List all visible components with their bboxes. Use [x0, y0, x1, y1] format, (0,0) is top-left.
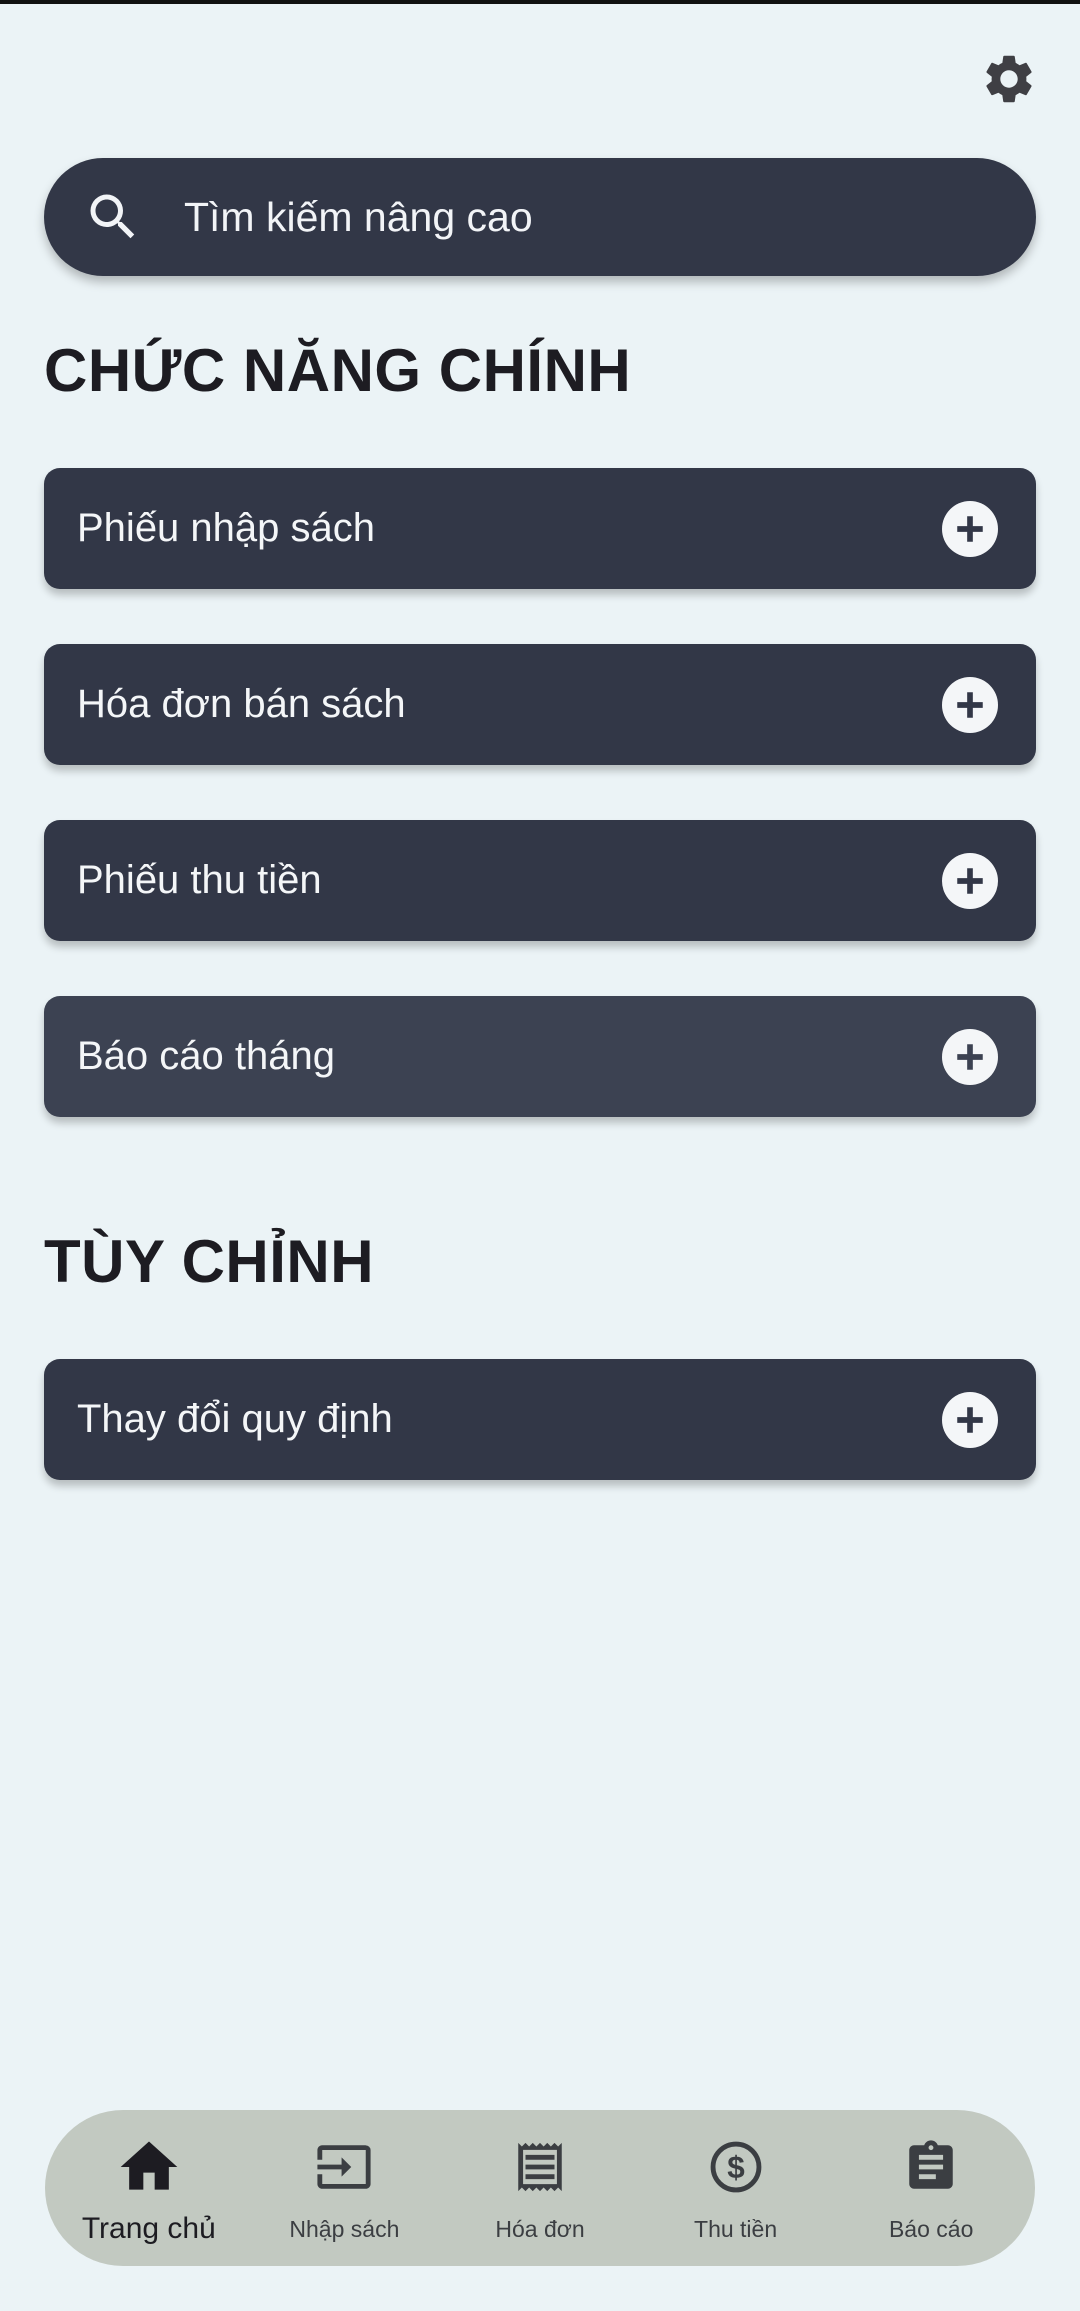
card-thay-doi-quy-dinh[interactable]: Thay đổi quy định: [44, 1359, 1036, 1480]
nav-label: Thu tiền: [694, 2216, 778, 2242]
bottom-navigation: Trang chủ Nhập sách Hóa đơn $ Thu tiền B…: [45, 2110, 1035, 2266]
plus-icon[interactable]: [942, 500, 998, 557]
settings-button[interactable]: [976, 48, 1042, 114]
card-label: Phiếu nhập sách: [77, 506, 376, 550]
main-section-title: CHỨC NĂNG CHÍNH: [44, 337, 632, 404]
nav-label: Hóa đơn: [495, 2216, 585, 2242]
nav-item-bao-cao[interactable]: Báo cáo: [833, 2110, 1029, 2266]
card-hoa-don-ban-sach[interactable]: Hóa đơn bán sách: [44, 644, 1036, 765]
card-bao-cao-thang[interactable]: Báo cáo tháng: [44, 996, 1036, 1117]
card-label: Báo cáo tháng: [77, 1034, 335, 1078]
card-phieu-thu-tien[interactable]: Phiếu thu tiền: [44, 820, 1036, 941]
card-label: Thay đổi quy định: [77, 1397, 393, 1441]
nav-label: Báo cáo: [888, 2216, 974, 2242]
dollar-icon: $: [707, 2136, 765, 2198]
search-placeholder: Tìm kiếm nâng cao: [184, 193, 533, 240]
plus-icon[interactable]: [942, 852, 998, 909]
import-icon: [315, 2136, 373, 2198]
nav-label: Trang chủ: [81, 2212, 216, 2245]
custom-section-title: TÙY CHỈNH: [44, 1228, 375, 1295]
nav-item-nhap-sach[interactable]: Nhập sách: [247, 2110, 443, 2266]
search-icon: [80, 184, 146, 250]
plus-icon[interactable]: [942, 1391, 998, 1448]
status-bar-line: [0, 0, 1080, 4]
receipt-icon: [511, 2136, 569, 2198]
card-label: Hóa đơn bán sách: [77, 682, 406, 726]
search-bar[interactable]: Tìm kiếm nâng cao: [44, 158, 1036, 276]
nav-item-thu-tien[interactable]: $ Thu tiền: [638, 2110, 834, 2266]
nav-item-hoa-don[interactable]: Hóa đơn: [442, 2110, 638, 2266]
home-icon: [115, 2136, 183, 2198]
plus-icon[interactable]: [942, 676, 998, 733]
plus-icon[interactable]: [942, 1028, 998, 1085]
gear-icon: [980, 50, 1038, 113]
nav-item-trang-chu[interactable]: Trang chủ: [51, 2110, 247, 2266]
clipboard-icon: [902, 2136, 960, 2198]
svg-text:$: $: [727, 2150, 745, 2185]
nav-label: Nhập sách: [289, 2216, 400, 2242]
card-label: Phiếu thu tiền: [77, 858, 322, 902]
card-phieu-nhap-sach[interactable]: Phiếu nhập sách: [44, 468, 1036, 589]
